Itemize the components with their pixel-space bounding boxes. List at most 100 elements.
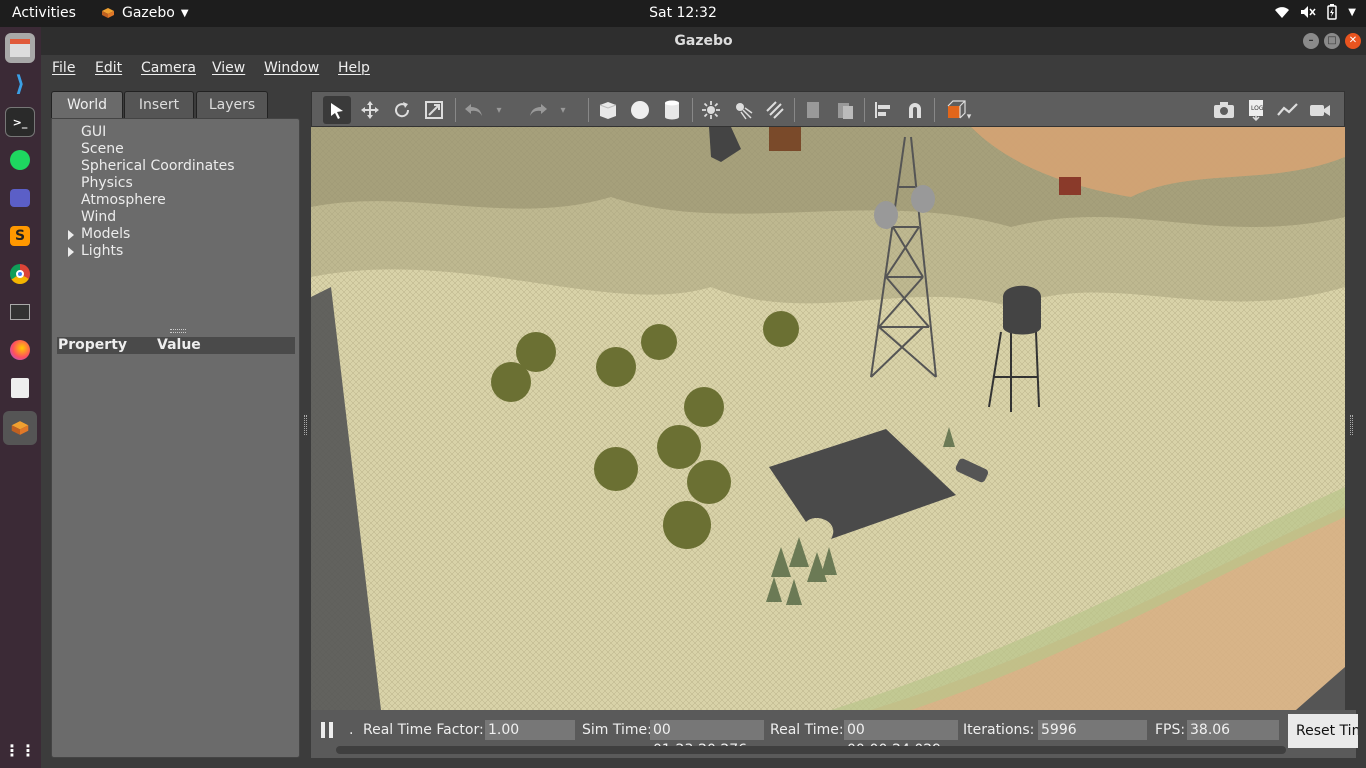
toolbar-separator <box>588 98 589 122</box>
redo-icon <box>530 104 547 116</box>
app-menu[interactable]: Gazebo ▼ <box>100 5 189 21</box>
log-icon: LOG <box>1249 100 1264 121</box>
panel-resize-handle[interactable] <box>304 415 307 435</box>
redo-button[interactable] <box>524 96 552 124</box>
log-button[interactable]: LOG <box>1242 96 1270 124</box>
main-area: World Insert Layers GUI Scene Spherical … <box>41 85 1366 768</box>
svg-text:LOG: LOG <box>1251 105 1264 112</box>
sublime-app-icon[interactable]: S <box>5 221 35 251</box>
pause-icon <box>321 722 333 740</box>
fps-value: 38.06 <box>1187 720 1279 740</box>
cylinder-icon <box>665 100 679 120</box>
tree-item-models-label: Models <box>81 226 131 242</box>
system-top-bar: Activities Gazebo ▼ Sat 12:32 ▼ <box>0 0 1366 27</box>
ubuntu-dock: ⟩ >_ S ⋮⋮ <box>0 27 41 768</box>
copy-button[interactable] <box>799 96 827 124</box>
3d-scene-viewport[interactable] <box>311 127 1345 710</box>
terrain-scene <box>311 127 1345 710</box>
tree-item-scene[interactable]: Scene <box>81 141 124 157</box>
files-app-icon[interactable] <box>5 33 35 63</box>
tree-item-wind[interactable]: Wind <box>81 209 116 225</box>
chrome-app-icon[interactable] <box>5 259 35 289</box>
terminal-app-icon[interactable]: >_ <box>5 107 35 137</box>
chevron-down-icon: ▼ <box>1348 6 1356 18</box>
sphere-shape-button[interactable] <box>626 96 654 124</box>
gazebo-dock-icon[interactable] <box>3 411 37 445</box>
menu-help[interactable]: Help <box>338 60 370 76</box>
reset-time-button[interactable]: Reset Time <box>1288 714 1358 748</box>
tree-item-physics[interactable]: Physics <box>81 175 133 191</box>
chevron-down-icon: ▼ <box>180 7 189 19</box>
box-shape-button[interactable] <box>594 96 622 124</box>
video-record-button[interactable] <box>1306 96 1334 124</box>
view-angle-button[interactable]: ▾ <box>940 96 976 124</box>
scale-mode-button[interactable] <box>420 96 448 124</box>
image-viewer-app-icon[interactable] <box>5 373 35 403</box>
select-mode-button[interactable] <box>323 96 351 124</box>
maximize-button[interactable]: □ <box>1324 33 1340 49</box>
system-monitor-app-icon[interactable] <box>5 297 35 327</box>
tree-item-spherical-coordinates[interactable]: Spherical Coordinates <box>81 158 235 174</box>
viewport-resize-handle[interactable] <box>1350 415 1353 435</box>
scene-toolbar: ▾ ▾ ▾ LOG <box>311 91 1345 127</box>
expand-arrow-icon[interactable] <box>68 247 74 257</box>
menu-edit[interactable]: Edit <box>95 60 122 76</box>
tab-insert[interactable]: Insert <box>124 91 194 119</box>
system-tray[interactable]: ▼ <box>1274 4 1356 20</box>
property-column-header: Property <box>58 337 128 353</box>
undo-button[interactable] <box>460 96 488 124</box>
point-light-button[interactable] <box>697 96 725 124</box>
status-horizontal-scrollbar[interactable] <box>336 746 1286 754</box>
value-column-header: Value <box>157 337 201 353</box>
property-table-header: Property Value <box>57 337 295 354</box>
expand-arrow-icon[interactable] <box>68 230 74 240</box>
undo-history-dropdown[interactable]: ▾ <box>492 96 506 124</box>
menu-window[interactable]: Window <box>264 60 319 76</box>
redo-history-dropdown[interactable]: ▾ <box>556 96 570 124</box>
tree-item-atmosphere[interactable]: Atmosphere <box>81 192 166 208</box>
minimize-button[interactable]: – <box>1303 33 1319 49</box>
rotate-mode-button[interactable] <box>388 96 416 124</box>
close-button[interactable]: ✕ <box>1345 33 1361 49</box>
directional-light-button[interactable] <box>761 96 789 124</box>
menu-file[interactable]: File <box>52 60 75 76</box>
splitter-handle[interactable] <box>170 329 186 333</box>
paste-button[interactable] <box>831 96 859 124</box>
pause-button[interactable] <box>321 722 335 740</box>
cylinder-shape-button[interactable] <box>658 96 686 124</box>
toolbar-separator <box>864 98 865 122</box>
teams-app-icon[interactable] <box>5 183 35 213</box>
sun-icon <box>702 101 720 119</box>
sim-time-label: Sim Time: <box>582 722 652 738</box>
spotify-app-icon[interactable] <box>5 145 35 175</box>
tab-world[interactable]: World <box>51 91 123 119</box>
show-applications-icon[interactable]: ⋮⋮ <box>4 735 36 765</box>
window-title: Gazebo <box>674 33 733 49</box>
tree-item-gui[interactable]: GUI <box>81 124 106 140</box>
step-button[interactable]: . <box>349 722 353 738</box>
fps-label: FPS: <box>1155 722 1186 738</box>
vscode-app-icon[interactable]: ⟩ <box>5 69 35 99</box>
magnet-icon <box>909 103 921 118</box>
spot-light-button[interactable] <box>729 96 757 124</box>
firefox-app-icon[interactable] <box>5 335 35 365</box>
tab-layers[interactable]: Layers <box>196 91 268 119</box>
plot-button[interactable] <box>1274 96 1302 124</box>
translate-mode-button[interactable] <box>356 96 384 124</box>
menu-camera[interactable]: Camera <box>141 60 196 76</box>
menu-view[interactable]: View <box>212 60 245 76</box>
toolbar-separator <box>692 98 693 122</box>
iterations-value: 5996 <box>1038 720 1147 740</box>
toolbar-separator <box>455 98 456 122</box>
screenshot-button[interactable] <box>1210 96 1238 124</box>
tree-item-models[interactable]: Models <box>68 226 131 242</box>
align-button[interactable] <box>869 96 897 124</box>
box-icon <box>599 102 617 119</box>
clock[interactable]: Sat 12:32 <box>649 5 717 21</box>
snap-button[interactable] <box>901 96 929 124</box>
chevron-down-icon: ▾ <box>966 112 972 122</box>
wifi-icon <box>1275 7 1290 18</box>
activities-button[interactable]: Activities <box>12 5 76 21</box>
tree-item-lights[interactable]: Lights <box>68 243 123 259</box>
undo-icon <box>465 104 482 116</box>
